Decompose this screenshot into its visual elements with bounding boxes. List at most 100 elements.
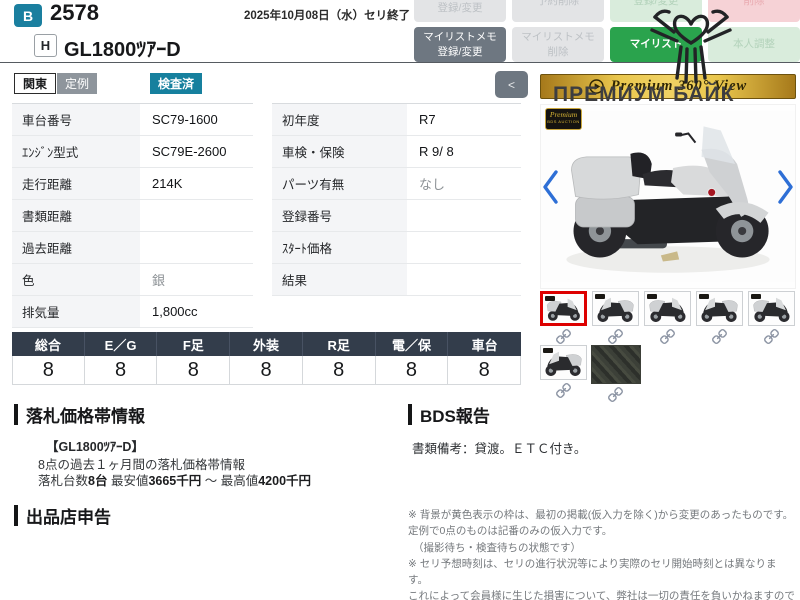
thumbnail-item (590, 345, 641, 402)
photo-link-icon[interactable] (608, 387, 623, 402)
thumbnail[interactable] (644, 291, 691, 326)
auction-date: 2025年10月08日（水）セリ終了 (244, 10, 411, 22)
reserve-register-button[interactable]: 予約 登録/変更 (414, 0, 506, 22)
button-label-line2: 登録/変更 (437, 2, 483, 14)
lot-number: 2578 (50, 0, 99, 25)
spec-label: 登録番号 (272, 200, 407, 231)
thumbnail-row-1 (540, 291, 795, 344)
section-title-text: 落札価格帯情報 (26, 407, 145, 426)
photo-link-icon[interactable] (712, 329, 727, 344)
banner-label: Premium 360° View (610, 78, 748, 94)
thumbnail-selected[interactable] (540, 291, 587, 326)
model-name: GL1800ﾂｱｰD (64, 39, 181, 61)
score-col-rear: R足 8 (302, 332, 376, 385)
plaque-text: Premium (549, 110, 578, 119)
spec-row-first-year: 初年度 R7 (272, 104, 521, 136)
thumbnail-item (592, 291, 639, 344)
photo-link-icon[interactable] (660, 329, 675, 344)
score-value: 8 (157, 356, 231, 385)
section-bar (14, 404, 18, 425)
mini-plaque-icon (647, 294, 657, 299)
score-header: F足 (157, 332, 231, 356)
stats-max-price: 4200千円 (258, 474, 312, 488)
header-divider (0, 62, 800, 63)
button-label: 予約削除 (537, 0, 579, 7)
score-col-overall: 総合 8 (12, 332, 85, 385)
spec-row-inspection-insurance: 車検・保険 R 9/ 8 (272, 136, 521, 168)
mylist-button[interactable]: マイリスト (610, 27, 702, 62)
thumbnail[interactable] (696, 291, 743, 326)
stats-min-price: 3665千円 (148, 474, 202, 488)
spec-value: R 9/ 8 (407, 136, 521, 167)
button-label-line2: 削除 (743, 0, 765, 7)
price-band-section-title: 落札価格帯情報 (14, 402, 145, 427)
amount-delete-button[interactable]: 削除 (708, 0, 800, 22)
amount-register-button[interactable]: 登録/変更 (610, 0, 702, 22)
play-icon (588, 79, 604, 94)
photo-next-arrow[interactable] (778, 170, 794, 209)
photo-prev-arrow[interactable] (542, 170, 558, 209)
section-bar (408, 404, 412, 425)
button-label-line1: マイリストメモ (521, 31, 595, 44)
reserve-delete-button[interactable]: 予約削除 (512, 0, 604, 22)
spec-row-document-mileage: 書類距離 (12, 200, 253, 232)
spec-value: SC79-1600 (140, 104, 253, 135)
spec-table-right: 初年度 R7 車検・保険 R 9/ 8 パーツ有無 なし 登録番号 ｽﾀｰﾄ価格… (272, 103, 521, 296)
spec-value (407, 232, 521, 263)
back-button[interactable]: < (495, 71, 528, 98)
spec-row-color: 色 銀 (12, 264, 253, 296)
spec-value (407, 264, 521, 295)
score-value: 8 (12, 356, 85, 385)
spec-value (140, 200, 253, 231)
photo-link-icon[interactable] (608, 329, 623, 344)
score-col-chassis: 車台 8 (448, 332, 522, 385)
score-header: 電／保 (375, 332, 449, 356)
spec-label: 車台番号 (12, 104, 140, 135)
thumbnail-item (644, 291, 691, 344)
spec-label: 結果 (272, 264, 407, 295)
spec-label: パーツ有無 (272, 168, 407, 199)
mylist-memo-register-button[interactable]: マイリストメモ 登録/変更 (414, 27, 506, 62)
score-value: 8 (375, 356, 449, 385)
footnote-line: （撮影待ち・検査待ちの状態です） (413, 541, 581, 554)
seller-report-section-title: 出品店申告 (14, 503, 111, 528)
photo-link-icon[interactable] (764, 329, 779, 344)
spec-label: 排気量 (12, 296, 140, 327)
photo-link-icon[interactable] (556, 329, 571, 344)
spec-row-start-price: ｽﾀｰﾄ価格 (272, 232, 521, 264)
spec-value: 1,800cc (140, 296, 253, 327)
mylist-memo-delete-button[interactable]: マイリストメモ 削除 (512, 27, 604, 62)
condition-score-table: 総合 8 E／G 8 F足 8 外装 8 R足 8 電／保 8 車台 8 (12, 332, 522, 385)
maker-badge: H (34, 34, 57, 57)
score-col-engine: E／G 8 (84, 332, 158, 385)
section-title-text: BDS報告 (420, 407, 490, 426)
spec-value (140, 232, 253, 263)
spec-label: 初年度 (272, 104, 407, 135)
self-adjust-button[interactable]: 本人調整 (708, 27, 800, 62)
thumbnail-item (696, 291, 743, 344)
thumbnail-engine-closeup[interactable] (590, 345, 641, 384)
spec-value: SC79E-2600 (140, 136, 253, 167)
thumbnail-item (540, 345, 587, 402)
score-header: E／G (84, 332, 158, 356)
score-value: 8 (448, 356, 522, 385)
thumbnail-row-2 (540, 345, 641, 402)
score-col-electric: 電／保 8 (375, 332, 449, 385)
footnote-line: ※ セリ予想時刻は、セリの進行状況等により実際のセリ開始時刻とは異なります。 (408, 557, 777, 587)
spec-label: ｴﾝｼﾞﾝ型式 (12, 136, 140, 167)
score-header: 車台 (448, 332, 522, 356)
mini-plaque-icon (751, 294, 761, 299)
thumbnail[interactable] (540, 345, 587, 380)
thumbnail[interactable] (592, 291, 639, 326)
photo-link-icon[interactable] (556, 383, 571, 398)
footnote-line: ※ 背景が黄色表示の枠は、最初の掲載(仮入力を除く)から変更のあったものです。定… (408, 509, 794, 538)
thumbnail[interactable] (748, 291, 795, 326)
score-value: 8 (302, 356, 376, 385)
spec-label: 色 (12, 264, 140, 295)
main-photo[interactable] (540, 104, 796, 289)
button-label-line2: 登録/変更 (633, 0, 679, 7)
spec-label: 車検・保険 (272, 136, 407, 167)
spec-row-past-mileage: 過去距離 (12, 232, 253, 264)
stats-text: ～ 最高値 (201, 474, 259, 488)
premium-360-view-button[interactable]: Premium 360° View (540, 74, 796, 99)
